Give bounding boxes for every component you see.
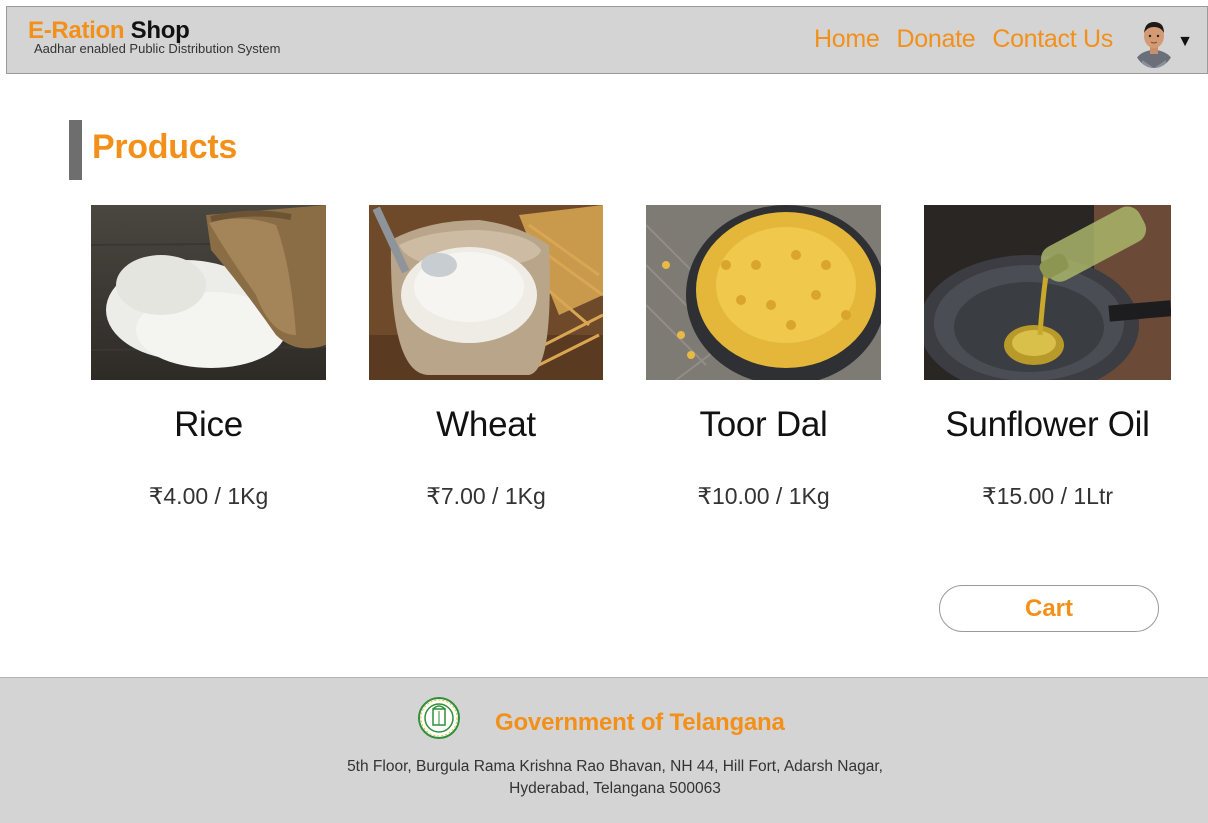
wheat-image[interactable]	[369, 205, 603, 380]
footer: Government of Telangana 5th Floor, Burgu…	[0, 677, 1208, 823]
user-menu[interactable]: ▼	[1133, 16, 1193, 68]
section-accent-bar	[69, 120, 82, 180]
product-card-sunflower-oil[interactable]: Sunflower Oil ₹15.00 / 1Ltr	[924, 205, 1171, 509]
product-name: Sunflower Oil	[945, 405, 1150, 444]
avatar[interactable]	[1133, 16, 1176, 68]
top-header: E-Ration Shop Aadhar enabled Public Dist…	[6, 6, 1208, 74]
product-name: Toor Dal	[699, 405, 828, 444]
footer-address-line: 5th Floor, Burgula Rama Krishna Rao Bhav…	[347, 758, 883, 775]
product-name: Wheat	[436, 405, 536, 444]
brand-subtitle: Aadhar enabled Public Distribution Syste…	[34, 41, 281, 56]
product-price: ₹10.00 / 1Kg	[697, 483, 830, 509]
telangana-seal-icon	[418, 697, 460, 739]
caret-down-icon[interactable]: ▼	[1177, 34, 1193, 50]
brand-title-dark: Shop	[130, 17, 190, 44]
rice-image[interactable]	[91, 205, 326, 380]
product-name: Rice	[174, 405, 243, 444]
sunflower-oil-image[interactable]	[924, 205, 1171, 380]
brand[interactable]: E-Ration Shop Aadhar enabled Public Dist…	[28, 18, 280, 56]
nav-contact-link[interactable]: Contact Us	[992, 25, 1113, 54]
main-nav: Home Donate Contact Us	[814, 25, 1113, 54]
brand-title-accent: E-Ration	[28, 17, 125, 44]
product-price: ₹7.00 / 1Kg	[426, 483, 546, 509]
page-title: Products	[92, 128, 237, 166]
toor-dal-image[interactable]	[646, 205, 881, 380]
nav-donate-link[interactable]: Donate	[897, 25, 976, 54]
nav-home-link[interactable]: Home	[814, 25, 880, 54]
footer-title: Government of Telangana	[495, 709, 785, 736]
cart-button[interactable]: Cart	[939, 585, 1159, 632]
footer-address: 5th Floor, Burgula Rama Krishna Rao Bhav…	[0, 756, 1208, 800]
product-card-rice[interactable]: Rice ₹4.00 / 1Kg	[91, 205, 326, 509]
footer-address-line: Hyderabad, Telangana 500063	[509, 780, 721, 797]
product-price: ₹15.00 / 1Ltr	[982, 483, 1113, 509]
product-card-toor-dal[interactable]: Toor Dal ₹10.00 / 1Kg	[646, 205, 881, 509]
product-price: ₹4.00 / 1Kg	[148, 483, 269, 509]
product-card-wheat[interactable]: Wheat ₹7.00 / 1Kg	[369, 205, 603, 509]
